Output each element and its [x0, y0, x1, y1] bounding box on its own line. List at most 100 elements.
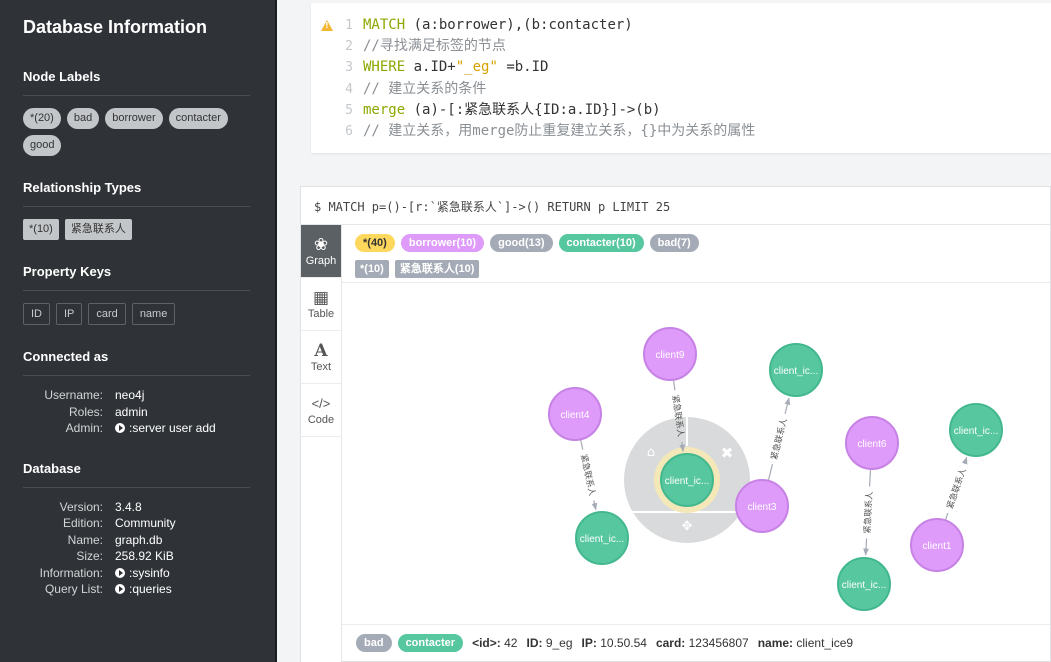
line-number-text: 1 [345, 18, 353, 33]
tab-graph[interactable]: ❀ Graph [301, 225, 341, 278]
edge-label: 紧急联系人 [578, 453, 598, 497]
info-command-link[interactable]: :server user add [115, 420, 252, 437]
node-label-pill[interactable]: *(20) [23, 108, 61, 129]
node-caption: client9 [656, 350, 685, 361]
legend-label-pill[interactable]: bad(7) [649, 233, 699, 252]
graph-node[interactable]: client3 [735, 479, 789, 533]
query-editor[interactable]: 1 MATCH (a:borrower),(b:contacter) 2 //寻找满足… [311, 3, 1051, 153]
selected-node-label[interactable]: contacter [397, 634, 464, 652]
graph-node[interactable]: client4 [548, 387, 602, 441]
code-token: "_eg" [455, 59, 498, 76]
graph-svg[interactable]: ⌂ ✖✥ 紧急联系人紧急联系人紧急联系人紧急联系人紧急联系人 client9cli… [342, 283, 1051, 622]
relationship-type-pill[interactable]: 紧急联系人 [64, 219, 132, 240]
code-area[interactable]: 1 MATCH (a:borrower),(b:contacter) 2 //寻找满足… [311, 3, 1051, 142]
graph-canvas[interactable]: ⌂ ✖ ✥ 紧急联系人 紧急联系人 紧急联系人 紧急联系人 紧急联系人 client9 cli… [342, 283, 1050, 622]
relationship-type-pill[interactable]: *(10) [23, 219, 59, 240]
info-value-text: :queries [129, 582, 172, 596]
relationship-edge[interactable]: 紧急联系人 [945, 456, 969, 520]
info-key: Information: [39, 565, 103, 580]
info-value-text: admin [115, 404, 148, 419]
legend-label-pill[interactable]: contacter(10) [558, 233, 644, 252]
line-number: 5 [311, 100, 363, 121]
graph-node[interactable]: client_ic... [660, 453, 714, 507]
graph-node[interactable]: client_ic... [837, 557, 891, 611]
unlock-icon[interactable]: ⌂ [647, 445, 655, 460]
tab-label: Table [307, 308, 335, 320]
dismiss-icon[interactable]: ✖ [721, 444, 734, 462]
tab-label: Text [310, 361, 332, 373]
code-line[interactable]: 2 //寻找满足标签的节点 [311, 36, 1051, 57]
info-command-link[interactable]: :queries [115, 581, 252, 598]
graph-node[interactable]: client_ic... [769, 343, 823, 397]
node-label-pill[interactable]: good [23, 135, 62, 156]
line-number-text: 3 [345, 60, 353, 76]
node-label-pill[interactable]: contacter [168, 108, 228, 129]
code-line[interactable]: 6 // 建立关系，用merge防止重复建立关系，{}中为关系的属性 [311, 121, 1051, 142]
connected-as-details: Username: neo4j Roles: admin Admin::server u… [23, 387, 252, 437]
property-keys-list: ID IP card name [23, 291, 252, 325]
legend-label-pill[interactable]: good(13) [490, 233, 553, 252]
line-number: 4 [311, 79, 363, 100]
code-line[interactable]: 1 MATCH (a:borrower),(b:contacter) [311, 15, 1051, 36]
info-key: Version: [59, 499, 103, 514]
tab-table[interactable]: ▦ Table [301, 278, 341, 331]
info-value-text: :server user add [129, 421, 216, 435]
node-label-pill[interactable]: borrower [105, 108, 163, 129]
legend-relationship-pill[interactable]: *(10) [355, 259, 389, 278]
property-key-pill[interactable]: IP [56, 303, 83, 325]
node-labels-list: *(20) bad borrower contacter good [23, 96, 252, 156]
table-icon: ▦ [312, 288, 330, 307]
property-key: card: [655, 636, 686, 650]
code-text: // 建立关系的条件 [363, 79, 486, 100]
graph-node[interactable]: client6 [845, 416, 899, 470]
info-key: Query List: [44, 582, 103, 596]
legend-relationship-pill[interactable]: 紧急联系人(10) [394, 259, 480, 278]
play-circle-icon [115, 567, 125, 578]
graph-node[interactable]: client9 [643, 327, 697, 381]
code-line[interactable]: 5 merge (a)-[:紧急联系人{ID:a.ID}]->(b) [311, 100, 1051, 121]
edge-line [868, 469, 872, 487]
play-circle-icon [115, 584, 125, 595]
code-line[interactable]: 3 WHERE a.ID+"_eg" =b.ID [311, 57, 1051, 78]
code-line[interactable]: 4 // 建立关系的条件 [311, 79, 1051, 100]
info-value: Community [115, 515, 252, 532]
graph-node[interactable]: client_ic... [575, 511, 629, 565]
info-command-link[interactable]: :sysinfo [115, 565, 252, 582]
selected-node-label[interactable]: bad [356, 634, 392, 652]
property-value: 123456807 [688, 636, 749, 650]
property-key: ID: [526, 636, 543, 650]
relationship-types-list: *(10) 紧急联系人 [23, 207, 252, 240]
node-label-pill[interactable]: bad [66, 108, 100, 129]
edge-line [863, 538, 869, 556]
expand-icon[interactable]: ✥ [682, 519, 693, 534]
legend-label-pill[interactable]: *(40) [355, 233, 395, 252]
property-key-pill[interactable]: ID [23, 303, 50, 325]
property-key-pill[interactable]: card [88, 303, 126, 325]
code-token: MATCH [363, 17, 406, 33]
graph-legend: *(40) borrower(10) good(13) contacter(10) ba… [342, 225, 1050, 283]
code-token: (a)-[:紧急联系人{ID:a.ID}]->(b) [405, 101, 661, 118]
graph-node[interactable]: client_ic... [949, 403, 1003, 457]
database-details: Version: 3.4.8 Edition: Community Name: graph… [23, 499, 252, 598]
warning-icon[interactable] [321, 20, 333, 31]
legend-relationship-types: *(10) 紧急联系人(10) [355, 257, 1050, 280]
tab-code[interactable]: </> Code [301, 384, 341, 437]
legend-label-pill[interactable]: borrower(10) [400, 233, 485, 252]
edge-label: 紧急联系人 [862, 491, 875, 535]
edge-label: 紧急联系人 [769, 417, 790, 461]
frame-query[interactable]: $ MATCH p=()-[r:`紧急联系人`]->() RETURN p LI… [301, 187, 1050, 225]
tab-label: Code [307, 414, 335, 426]
edge-line [673, 380, 676, 391]
code-token: WHERE [363, 59, 406, 76]
property-value: client_ice9 [796, 636, 854, 650]
property-key-pill[interactable]: name [131, 303, 176, 325]
relationship-edge[interactable]: 紧急联系人 [767, 397, 791, 480]
relationship-edge[interactable]: 紧急联系人 [862, 469, 875, 556]
code-token: merge [363, 101, 406, 118]
graph-node[interactable]: client1 [910, 518, 964, 572]
code-token: =b.ID [497, 59, 549, 76]
relationship-edge[interactable]: 紧急联系人 [578, 440, 598, 511]
tab-text[interactable]: A Text [301, 331, 341, 384]
node-properties-bar: bad contacter <id>: 42 ID: 9_eg IP: 10.50.54… [342, 624, 1050, 661]
property-key: name: [757, 636, 794, 650]
